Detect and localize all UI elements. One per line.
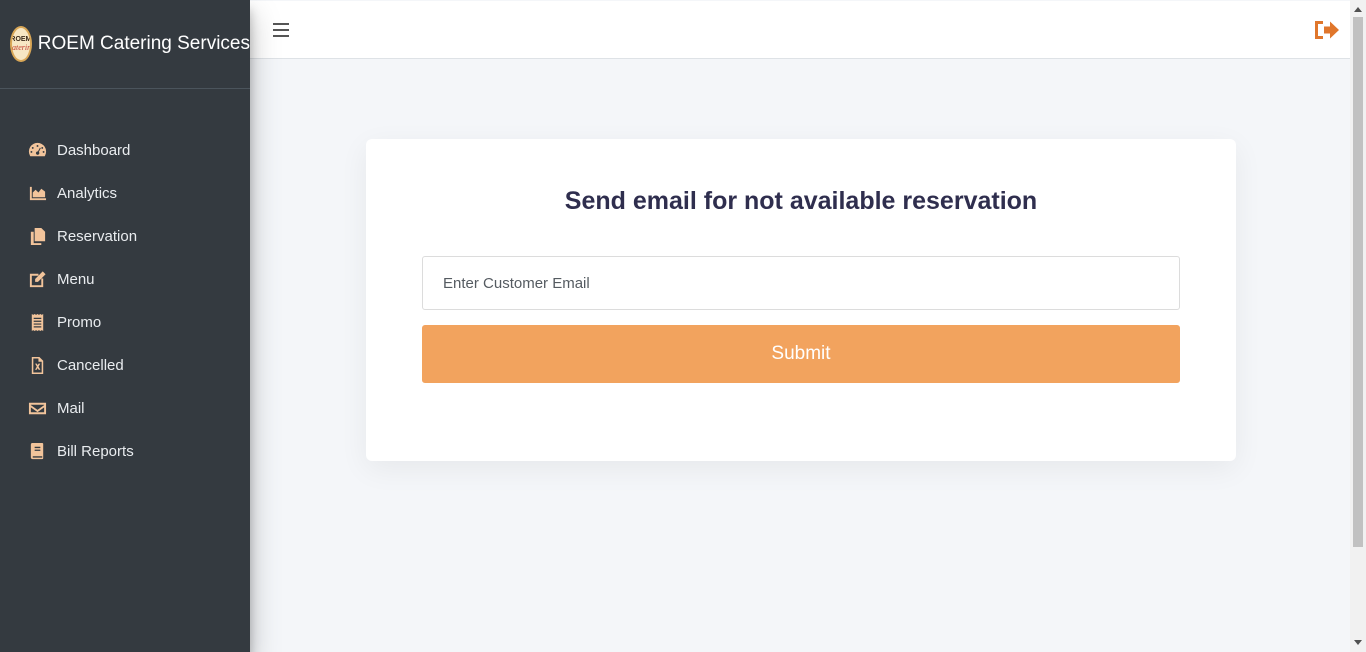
- top-navbar: [250, 1, 1350, 59]
- edit-icon: [27, 270, 47, 290]
- brand-link[interactable]: ROEM Catering ROEM Catering Services: [0, 0, 250, 89]
- sign-out-icon[interactable]: [1312, 18, 1340, 42]
- sidebar-item-analytics[interactable]: Analytics: [0, 172, 250, 215]
- brand-logo: ROEM Catering: [10, 26, 32, 62]
- sidebar-item-label: Reservation: [57, 228, 138, 245]
- sidebar-item-bill-reports[interactable]: Bill Reports: [0, 430, 250, 473]
- sidebar-item-label: Analytics: [57, 185, 118, 202]
- customer-email-input[interactable]: [422, 256, 1180, 310]
- book-icon: [27, 442, 47, 462]
- sidebar-item-label: Dashboard: [57, 142, 131, 159]
- submit-button[interactable]: Submit: [422, 325, 1180, 383]
- scrollbar-thumb[interactable]: [1353, 17, 1363, 547]
- sidebar-item-promo[interactable]: Promo: [0, 301, 250, 344]
- sidebar: ROEM Catering ROEM Catering Services Das…: [0, 0, 250, 652]
- sidebar-item-dashboard[interactable]: Dashboard: [0, 129, 250, 172]
- scroll-up-icon[interactable]: [1354, 7, 1362, 12]
- area-chart-icon: [27, 184, 47, 204]
- hamburger-icon[interactable]: [273, 22, 289, 37]
- sidebar-item-label: Menu: [57, 271, 95, 288]
- file-excel-icon: [27, 356, 47, 376]
- scroll-down-icon[interactable]: [1354, 640, 1362, 645]
- copy-files-icon: [27, 227, 47, 247]
- sidebar-item-mail[interactable]: Mail: [0, 387, 250, 430]
- sidebar-item-cancelled[interactable]: Cancelled: [0, 344, 250, 387]
- sidebar-item-reservation[interactable]: Reservation: [0, 215, 250, 258]
- receipt-icon: [27, 313, 47, 333]
- brand-logo-text-2: Catering: [11, 43, 32, 52]
- email-form-card: Send email for not available reservation…: [366, 139, 1236, 461]
- form-title: Send email for not available reservation: [564, 187, 1038, 215]
- brand-name: ROEM Catering Services: [37, 33, 250, 54]
- sidebar-item-label: Mail: [57, 400, 85, 417]
- sidebar-nav: Dashboard Analytics Reservation Menu Pro…: [0, 89, 250, 473]
- sidebar-item-menu[interactable]: Menu: [0, 258, 250, 301]
- dashboard-gauge-icon: [27, 141, 47, 161]
- sidebar-item-label: Bill Reports: [57, 443, 134, 460]
- envelope-icon: [27, 399, 47, 419]
- page-scrollbar[interactable]: [1350, 0, 1366, 652]
- sidebar-item-label: Cancelled: [57, 357, 124, 374]
- brand-logo-text-1: ROEM: [10, 36, 32, 43]
- sidebar-item-label: Promo: [57, 314, 102, 331]
